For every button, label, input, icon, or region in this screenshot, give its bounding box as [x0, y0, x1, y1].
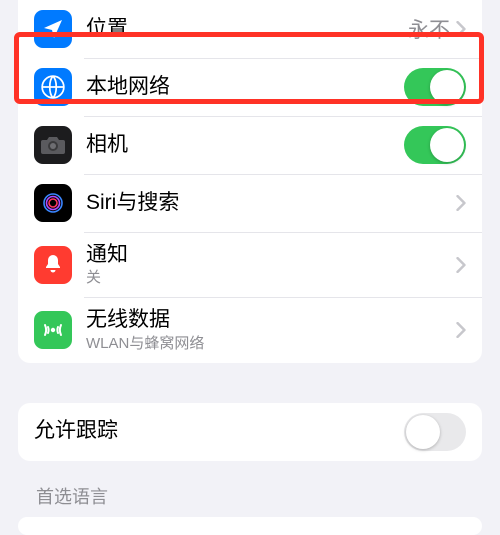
row-local-network-label: 本地网络 [86, 74, 404, 100]
row-notifications-sublabel: 关 [86, 269, 456, 287]
row-location[interactable]: 位置 永不 [18, 0, 482, 58]
row-notifications[interactable]: 通知 关 [18, 232, 482, 297]
location-icon [34, 10, 72, 48]
row-wireless-data[interactable]: 无线数据 WLAN与蜂窝网络 [18, 297, 482, 362]
row-location-value: 永不 [408, 14, 450, 44]
chevron-right-icon [456, 257, 466, 273]
section-header-language: 首选语言 [0, 461, 500, 517]
toggle-local-network[interactable] [404, 68, 466, 106]
chevron-right-icon [456, 21, 466, 37]
bell-icon [34, 246, 72, 284]
row-wireless-label: 无线数据 [86, 307, 456, 333]
row-wireless-sublabel: WLAN与蜂窝网络 [86, 335, 456, 353]
settings-group-permissions: 位置 永不 本地网络 相机 [18, 0, 482, 363]
settings-group-language [18, 517, 482, 535]
row-location-label: 位置 [86, 16, 408, 42]
row-notifications-label: 通知 [86, 242, 456, 268]
chevron-right-icon [456, 322, 466, 338]
chevron-right-icon [456, 195, 466, 211]
row-local-network[interactable]: 本地网络 [18, 58, 482, 116]
camera-icon [34, 126, 72, 164]
globe-icon [34, 68, 72, 106]
toggle-camera[interactable] [404, 126, 466, 164]
row-camera-label: 相机 [86, 132, 404, 158]
toggle-tracking[interactable] [404, 413, 466, 451]
antenna-icon [34, 311, 72, 349]
siri-icon [34, 184, 72, 222]
settings-group-tracking: 允许跟踪 [18, 403, 482, 461]
row-siri-search[interactable]: Siri与搜索 [18, 174, 482, 232]
row-allow-tracking[interactable]: 允许跟踪 [18, 403, 482, 461]
row-tracking-label: 允许跟踪 [34, 418, 404, 444]
row-siri-label: Siri与搜索 [86, 190, 456, 216]
row-camera[interactable]: 相机 [18, 116, 482, 174]
